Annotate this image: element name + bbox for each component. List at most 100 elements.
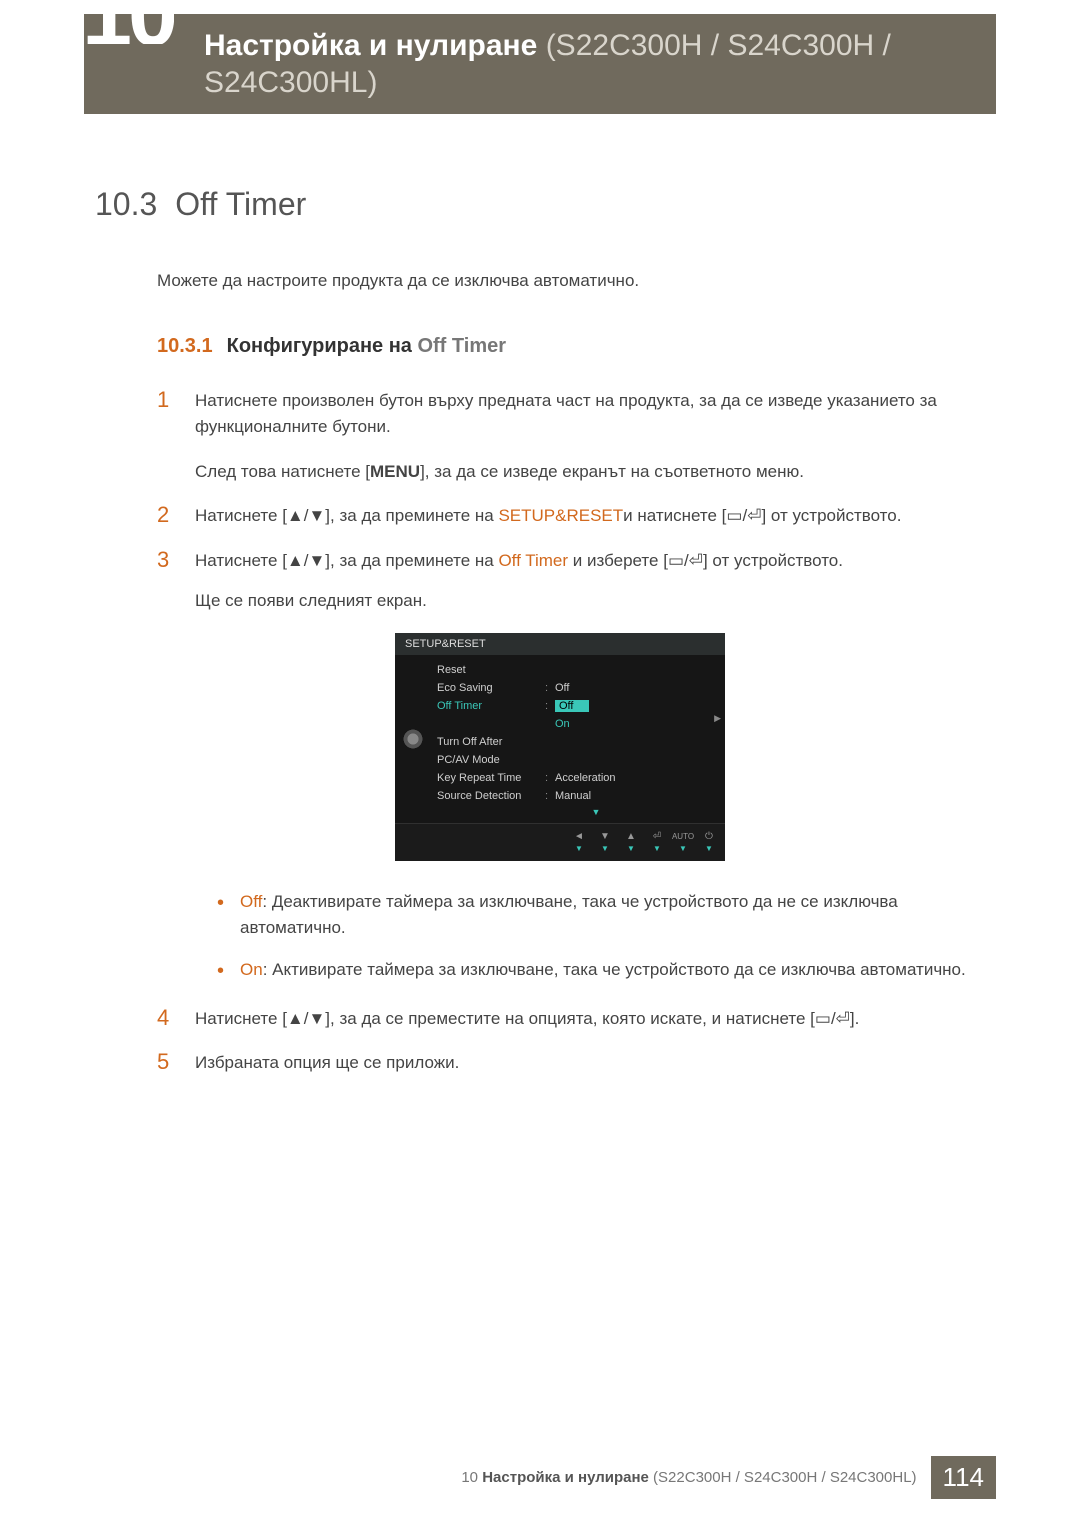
step-4: 4 Натиснете [▲/▼], за да се преместите н…: [157, 1006, 985, 1033]
step-number: 1: [157, 388, 175, 485]
colon: :: [545, 700, 555, 712]
osd-label: Key Repeat Time: [437, 772, 545, 784]
osd-value: Acceleration: [555, 772, 715, 784]
subsection-light: Off Timer: [417, 335, 506, 357]
select-enter-icon: ▭/⏎: [815, 1006, 850, 1032]
osd-body: Reset Eco Saving:Off Off Timer:Off On Tu…: [395, 655, 725, 823]
arrow-icon: ▼: [627, 844, 635, 853]
text: ], за да се преместите на опцията, която…: [325, 1009, 815, 1028]
osd-value: On: [555, 718, 715, 730]
osd-label: Off Timer: [437, 700, 545, 712]
colon: :: [545, 772, 555, 784]
footer-chapter: 10: [461, 1469, 482, 1486]
subsection-heading: 10.3.1Конфигуриране на Off Timer: [157, 335, 985, 358]
arrow-icon: ▼: [705, 844, 713, 853]
chapter-number: 10: [82, 0, 174, 44]
text: ], за да се изведе екранът на съответнот…: [420, 462, 804, 481]
osd-footer: ◄▼ ▼▼ ▲▼ ⏎▼ AUTO▼ ⏻▼: [395, 823, 725, 861]
bullet-on: • On: Активирате таймера за изключване, …: [217, 957, 985, 983]
osd-scroll-down-icon: ▼: [467, 805, 725, 819]
target-setup-reset: SETUP&RESET: [498, 506, 623, 525]
footer-light: (S22C300H / S24C300H / S24C300HL): [649, 1469, 917, 1486]
footer-text: 10 Настройка и нулиране (S22C300H / S24C…: [447, 1459, 930, 1496]
auto-label: AUTO: [677, 832, 689, 842]
section-intro: Можете да настроите продукта да се изклю…: [157, 271, 985, 291]
step-1: 1 Натиснете произволен бутон върху предн…: [157, 388, 985, 485]
bullet-text: : Активирате таймера за изключване, така…: [263, 960, 966, 979]
steps-list: 1 Натиснете произволен бутон върху предн…: [157, 388, 985, 615]
text: Натиснете [: [195, 506, 287, 525]
arrow-icon: ▼: [679, 844, 687, 853]
osd-row-reset: Reset: [431, 661, 725, 679]
osd-row-on-option: On: [431, 715, 725, 733]
step-number: 2: [157, 503, 175, 530]
up-icon: ▲: [625, 832, 637, 842]
bullet-list: • Off: Деактивирате таймера за изключван…: [217, 889, 985, 984]
osd-row-eco: Eco Saving:Off: [431, 679, 725, 697]
step-number: 5: [157, 1050, 175, 1076]
text: След това натиснете [: [195, 462, 370, 481]
text: ], за да преминете на: [325, 551, 498, 570]
menu-label: MENU: [370, 462, 420, 481]
select-enter-icon: ▭/⏎: [726, 503, 761, 529]
osd-value: Off: [555, 700, 715, 712]
colon: :: [545, 790, 555, 802]
section-heading: 10.3 Off Timer: [95, 186, 985, 223]
up-down-arrows-icon: ▲/▼: [287, 503, 325, 529]
section-number: 10.3: [95, 186, 157, 222]
step-2: 2 Натиснете [▲/▼], за да преминете на SE…: [157, 503, 985, 530]
steps-list-continued: 4 Натиснете [▲/▼], за да се преместите н…: [157, 1006, 985, 1077]
bullet-dot-icon: •: [217, 893, 224, 942]
osd-footer-up: ▲▼: [625, 832, 637, 853]
bullet-text: : Деактивирате таймера за изключване, та…: [240, 892, 898, 937]
step-3-line-b: Ще се появи следният екран.: [195, 588, 985, 614]
bullet-off: • Off: Деактивирате таймера за изключван…: [217, 889, 985, 942]
osd-value: Manual: [555, 790, 715, 802]
osd-label: Reset: [437, 664, 545, 676]
section-title: Off Timer: [175, 186, 306, 222]
bullet-label: Off: [240, 892, 262, 911]
osd-side-arrow-icon: ▶: [714, 713, 721, 724]
osd-label: Source Detection: [437, 790, 545, 802]
osd-footer-down: ▼▼: [599, 832, 611, 853]
step-body: Натиснете [▲/▼], за да преминете на SETU…: [195, 503, 985, 530]
step-body: Натиснете произволен бутон върху преднат…: [195, 388, 985, 485]
text: Натиснете [: [195, 1009, 287, 1028]
osd-footer-left: ◄▼: [573, 832, 585, 853]
text: и натиснете [: [623, 506, 726, 525]
colon: :: [545, 682, 555, 694]
target-off-timer: Off Timer: [498, 551, 572, 570]
page-number: 114: [931, 1456, 996, 1499]
text: ] от устройството.: [761, 506, 901, 525]
up-down-arrows-icon: ▲/▼: [287, 1006, 325, 1032]
step-body: Натиснете [▲/▼], за да се преместите на …: [195, 1006, 985, 1033]
page-header: 10 Настройка и нулиране (S22C300H / S24C…: [84, 14, 996, 114]
arrow-icon: ▼: [575, 844, 583, 853]
step-body: Избраната опция ще се приложи.: [195, 1050, 985, 1076]
osd-panel: SETUP&RESET Reset Eco Saving:Off Off Tim…: [395, 633, 725, 861]
bullet-dot-icon: •: [217, 961, 224, 983]
subsection-bold: Конфигуриране на: [227, 335, 418, 357]
arrow-icon: ▼: [653, 844, 661, 853]
step-5: 5 Избраната опция ще се приложи.: [157, 1050, 985, 1076]
osd-title: SETUP&RESET: [395, 633, 725, 655]
osd-row-source: Source Detection:Manual: [431, 787, 725, 805]
page-footer: 10 Настройка и нулиране (S22C300H / S24C…: [84, 1456, 996, 1499]
osd-row-off-timer: Off Timer:Off: [431, 697, 725, 715]
step-number: 4: [157, 1006, 175, 1033]
header-title-bold: Настройка и нулиране: [204, 29, 537, 62]
osd-label: PC/AV Mode: [437, 754, 545, 766]
header-title: Настройка и нулиране (S22C300H / S24C300…: [204, 27, 996, 102]
text: ], за да преминете на: [325, 506, 498, 525]
osd-footer-auto: AUTO ▼: [677, 832, 689, 853]
bullet-label: On: [240, 960, 263, 979]
step-3: 3 Натиснете [▲/▼], за да преминете на Of…: [157, 548, 985, 615]
osd-value: Off: [555, 682, 715, 694]
osd-row-pcav: PC/AV Mode: [431, 751, 725, 769]
text: ].: [850, 1009, 859, 1028]
power-icon: ⏻: [703, 832, 715, 842]
step-number: 3: [157, 548, 175, 615]
step-3-line-a: Натиснете [▲/▼], за да преминете на Off …: [195, 548, 985, 575]
step-1-line-a: Натиснете произволен бутон върху преднат…: [195, 388, 985, 441]
select-enter-icon: ▭/⏎: [668, 548, 703, 574]
